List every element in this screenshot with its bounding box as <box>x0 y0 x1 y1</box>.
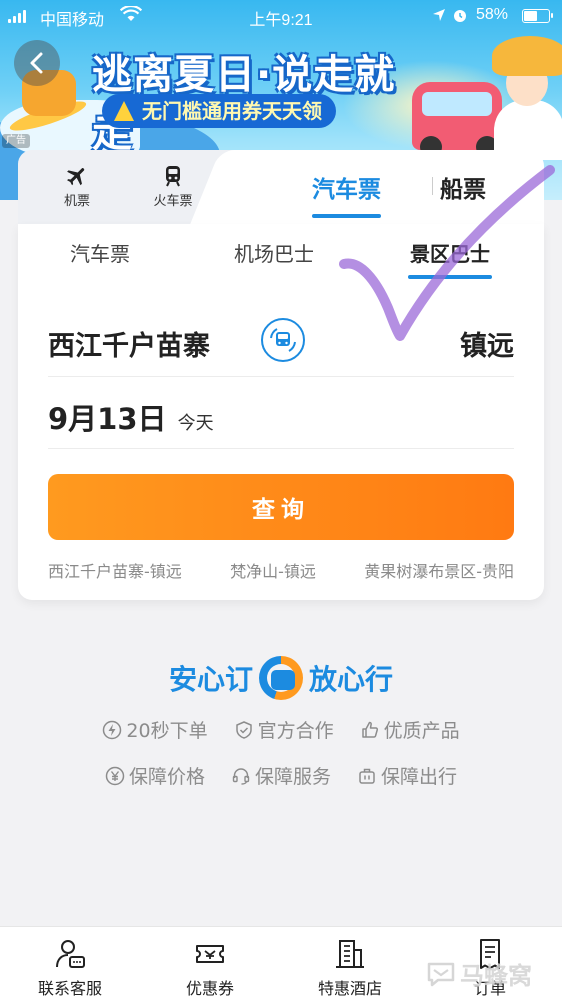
watermark: 马蜂窝 <box>426 956 532 991</box>
swap-route-button[interactable] <box>261 318 305 362</box>
airplane-icon <box>67 168 85 186</box>
date-selector[interactable]: 9月13日 今天 <box>48 396 214 438</box>
alarm-clock-icon <box>454 10 466 22</box>
feature-item: 保障价格 <box>105 762 205 789</box>
subtab-bus[interactable]: 汽车票 <box>70 238 130 267</box>
yen-icon <box>105 766 125 785</box>
sun-hat-illustration <box>492 36 562 76</box>
feature-label: 20秒下单 <box>126 720 208 742</box>
tab-ferry[interactable]: 船票 <box>440 170 486 204</box>
bus-logo-icon <box>259 656 303 700</box>
departure-city[interactable]: 西江千户苗寨 <box>48 324 210 363</box>
watermark-logo-icon <box>427 962 455 986</box>
thumbs-up-icon <box>361 721 378 738</box>
booking-card: 汽车票 机场巴士 景区巴士 西江千户苗寨 镇远 9月13日 今天 查询 西江千户… <box>18 224 544 600</box>
feature-item: 保障出行 <box>357 762 457 789</box>
tab-separator <box>432 177 433 195</box>
nav-customer-service-label: 联系客服 <box>37 979 102 998</box>
nav-coupons-label: 优惠券 <box>185 979 234 998</box>
feature-item: 20秒下单 <box>102 716 208 743</box>
battery-percent: 58% <box>476 6 509 23</box>
nav-hotels[interactable]: 特惠酒店 <box>300 937 400 999</box>
query-button[interactable]: 查询 <box>48 474 514 540</box>
date-day-label: 今天 <box>177 413 214 434</box>
feature-row-1: 20秒下单 官方合作 优质产品 <box>0 716 562 743</box>
promise-left-text: 安心订 <box>168 663 253 696</box>
arrival-city[interactable]: 镇远 <box>460 324 514 363</box>
feature-item: 保障服务 <box>231 762 331 789</box>
banner-title: 逃离夏日·说走就走 <box>92 52 396 156</box>
chevron-left-icon <box>30 52 43 74</box>
headset-icon <box>232 767 250 785</box>
feature-item: 官方合作 <box>234 716 334 743</box>
tab-train-label: 火车票 <box>153 194 193 209</box>
nav-customer-service[interactable]: 联系客服 <box>20 937 120 999</box>
sailboat-icon <box>114 101 134 121</box>
feature-item: 优质产品 <box>360 716 460 743</box>
nav-coupons[interactable]: 优惠券 <box>160 937 260 999</box>
tab-train[interactable]: 火车票 <box>138 164 208 209</box>
nav-hotels-label: 特惠酒店 <box>317 979 382 998</box>
hotel-building-icon <box>336 940 364 968</box>
transport-tabs-right <box>234 150 544 230</box>
shield-check-icon <box>235 720 252 739</box>
train-icon <box>166 166 180 187</box>
back-button[interactable] <box>14 40 60 86</box>
recent-routes: 西江千户苗寨-镇远 梵净山-镇远 黄果树瀑布景区-贵阳 <box>48 558 514 582</box>
watermark-text: 马蜂窝 <box>460 962 532 990</box>
status-bar: 中国移动 上午9:21 58% <box>0 0 562 32</box>
lightning-icon <box>103 720 122 739</box>
divider <box>48 448 514 449</box>
tab-bus[interactable]: 汽车票 <box>312 170 381 218</box>
route-row: 西江千户苗寨 镇远 <box>48 318 514 364</box>
subtab-airport-bus[interactable]: 机场巴士 <box>234 238 314 267</box>
banner-subtitle-text: 无门槛通用券天天领 <box>142 99 322 123</box>
recent-route-item[interactable]: 黄果树瀑布景区-贵阳 <box>364 558 514 582</box>
feature-label: 保障服务 <box>254 766 331 788</box>
ad-tag: 广告 <box>2 134 30 148</box>
departure-date: 9月13日 <box>48 402 167 436</box>
subtab-scenic-bus[interactable]: 景区巴士 <box>408 238 492 279</box>
banner-subtitle: 无门槛通用券天天领 <box>102 94 336 128</box>
recent-route-item[interactable]: 梵净山-镇远 <box>230 558 316 582</box>
tab-flight-label: 机票 <box>63 194 90 209</box>
luggage-icon <box>359 768 375 784</box>
tab-flight[interactable]: 机票 <box>42 164 112 209</box>
bus-swap-icon <box>270 328 296 352</box>
feature-label: 保障价格 <box>128 766 205 788</box>
transport-tabs: 机票 火车票 汽车票 船票 <box>18 150 544 230</box>
battery-icon <box>522 9 553 23</box>
feature-label: 保障出行 <box>381 766 458 788</box>
recent-route-item[interactable]: 西江千户苗寨-镇远 <box>48 558 182 582</box>
feature-label: 优质产品 <box>383 720 460 742</box>
coupon-icon <box>196 945 224 963</box>
divider <box>48 376 514 377</box>
feature-row-2: 保障价格 保障服务 保障出行 <box>0 762 562 789</box>
promise-right-text: 放心行 <box>309 663 394 696</box>
location-arrow-icon <box>433 9 445 21</box>
promise-banner: 安心订 放心行 <box>0 656 562 700</box>
feature-label: 官方合作 <box>257 720 334 742</box>
customer-service-icon <box>56 940 85 968</box>
